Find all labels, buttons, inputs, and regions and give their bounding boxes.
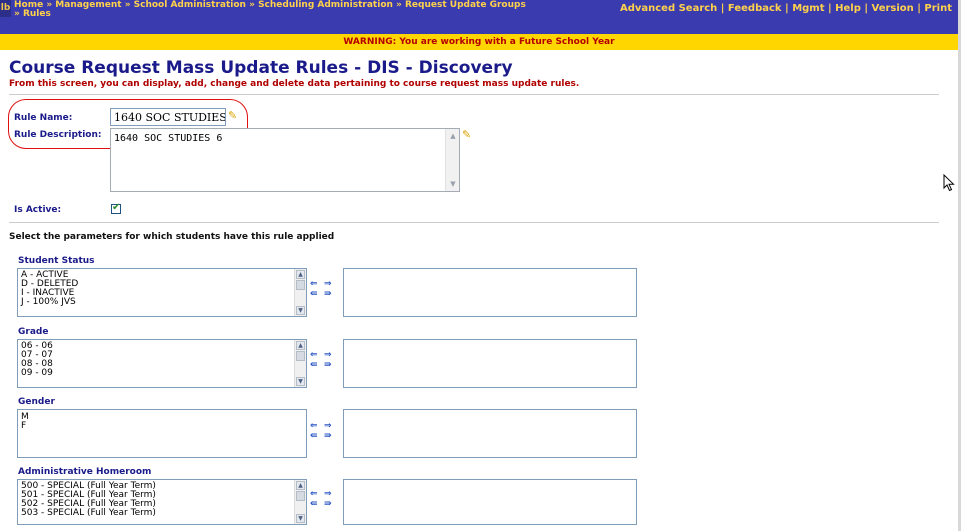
grade-selected-list[interactable] xyxy=(343,339,637,388)
move-all-left-icon[interactable]: ⇚ xyxy=(310,431,318,441)
page-title: Course Request Mass Update Rules - DIS -… xyxy=(9,58,513,78)
section-divider xyxy=(9,222,939,223)
homeroom-move-buttons: ⇐ ⇒ ⇚ ⇛ xyxy=(310,489,336,511)
grade-move-buttons: ⇐ ⇒ ⇚ ⇛ xyxy=(310,350,336,372)
move-left-icon[interactable]: ⇐ xyxy=(310,350,318,360)
student-status-available-list[interactable]: A - ACTIVE D - DELETED I - INACTIVE J - … xyxy=(17,268,307,317)
move-left-icon[interactable]: ⇐ xyxy=(310,489,318,499)
gender-label: Gender xyxy=(18,397,55,407)
scroll-down-icon[interactable]: ▼ xyxy=(448,179,458,189)
breadcrumb-separator: » xyxy=(14,9,23,19)
scroll-down-icon[interactable]: ▼ xyxy=(296,377,305,386)
homeroom-available-list[interactable]: 500 - SPECIAL (Full Year Term) 501 - SPE… xyxy=(17,479,307,525)
scroll-thumb[interactable] xyxy=(296,280,305,290)
move-left-icon[interactable]: ⇐ xyxy=(310,421,318,431)
scroll-thumb[interactable] xyxy=(296,351,305,361)
breadcrumb-management[interactable]: Management xyxy=(55,0,121,10)
breadcrumb: Home » Management » School Administratio… xyxy=(14,1,614,19)
scroll-down-icon[interactable]: ▼ xyxy=(296,306,305,315)
rule-description-text: 1640 SOC STUDIES 6 xyxy=(114,133,223,144)
move-all-right-icon[interactable]: ⇛ xyxy=(324,499,332,509)
checkmark-icon: ✔ xyxy=(112,202,121,213)
is-active-label: Is Active: xyxy=(14,205,62,215)
breadcrumb-scheduling-administration[interactable]: Scheduling Administration xyxy=(258,0,393,10)
move-all-left-icon[interactable]: ⇚ xyxy=(310,499,318,509)
list-option[interactable]: F xyxy=(18,422,306,431)
top-link-divider: | xyxy=(720,3,728,14)
list-scrollbar[interactable]: ▲ ▼ xyxy=(294,480,306,524)
app-logo-icon[interactable]: lb xyxy=(0,0,11,17)
move-right-icon[interactable]: ⇒ xyxy=(324,489,332,499)
list-option[interactable]: 08 - 08 xyxy=(18,360,306,369)
rule-description-label: Rule Description: xyxy=(14,130,102,140)
gender-available-list[interactable]: M F xyxy=(17,409,307,458)
administrative-homeroom-label: Administrative Homeroom xyxy=(18,467,152,477)
move-all-right-icon[interactable]: ⇛ xyxy=(324,289,332,299)
textarea-scrollbar[interactable]: ▲ ▼ xyxy=(445,129,459,191)
is-active-checkbox[interactable]: ✔ xyxy=(111,202,121,214)
pencil-icon[interactable]: ✎ xyxy=(462,128,471,141)
list-scrollbar[interactable]: ▲ ▼ xyxy=(294,340,306,387)
move-all-left-icon[interactable]: ⇚ xyxy=(310,360,318,370)
rule-name-input[interactable]: 1640 SOC STUDIES 6 xyxy=(110,108,226,126)
warning-bar: WARNING: You are working with a Future S… xyxy=(0,34,958,50)
list-option[interactable]: J - 100% JVS xyxy=(18,298,306,307)
rule-name-label: Rule Name: xyxy=(14,113,73,123)
list-option[interactable]: 07 - 07 xyxy=(18,351,306,360)
list-option[interactable]: 09 - 09 xyxy=(18,369,306,378)
homeroom-selected-list[interactable] xyxy=(343,479,637,525)
breadcrumb-request-update-groups[interactable]: Request Update Groups xyxy=(405,0,526,10)
version-link[interactable]: Version xyxy=(872,3,914,14)
top-nav-bar: lb Home » Management » School Administra… xyxy=(0,0,958,34)
breadcrumb-rules[interactable]: Rules xyxy=(23,9,51,19)
top-links: Advanced Search | Feedback | Mgmt | Help… xyxy=(620,3,952,14)
move-all-right-icon[interactable]: ⇛ xyxy=(324,431,332,441)
list-scrollbar[interactable]: ▲ ▼ xyxy=(294,269,306,316)
gender-move-buttons: ⇐ ⇒ ⇚ ⇛ xyxy=(310,421,336,443)
scroll-thumb[interactable] xyxy=(296,491,305,501)
move-right-icon[interactable]: ⇒ xyxy=(324,350,332,360)
mgmt-link[interactable]: Mgmt xyxy=(792,3,824,14)
breadcrumb-separator: » xyxy=(249,0,259,10)
scroll-down-icon[interactable]: ▼ xyxy=(296,514,305,523)
advanced-search-link[interactable]: Advanced Search xyxy=(620,3,717,14)
student-status-label: Student Status xyxy=(18,256,95,266)
top-link-divider: | xyxy=(864,3,872,14)
move-all-left-icon[interactable]: ⇚ xyxy=(310,289,318,299)
grade-available-list[interactable]: 06 - 06 07 - 07 08 - 08 09 - 09 ▲ ▼ xyxy=(17,339,307,388)
grade-label: Grade xyxy=(18,327,49,337)
help-link[interactable]: Help xyxy=(835,3,861,14)
gender-selected-list[interactable] xyxy=(343,409,637,458)
scroll-up-icon[interactable]: ▲ xyxy=(296,270,305,279)
scroll-up-icon[interactable]: ▲ xyxy=(448,131,458,141)
section-divider xyxy=(9,94,939,95)
pencil-icon[interactable]: ✎ xyxy=(228,109,237,122)
move-right-icon[interactable]: ⇒ xyxy=(324,421,332,431)
move-all-right-icon[interactable]: ⇛ xyxy=(324,360,332,370)
move-right-icon[interactable]: ⇒ xyxy=(324,279,332,289)
list-option[interactable]: 06 - 06 xyxy=(18,342,306,351)
scroll-up-icon[interactable]: ▲ xyxy=(296,481,305,490)
app-frame: lb Home » Management » School Administra… xyxy=(0,0,958,531)
breadcrumb-separator: » xyxy=(124,0,134,10)
move-left-icon[interactable]: ⇐ xyxy=(310,279,318,289)
print-link[interactable]: Print xyxy=(924,3,952,14)
future-year-warning: WARNING: You are working with a Future S… xyxy=(343,37,615,47)
parameters-heading: Select the parameters for which students… xyxy=(9,232,335,242)
scroll-up-icon[interactable]: ▲ xyxy=(296,341,305,350)
page-subtitle: From this screen, you can display, add, … xyxy=(9,79,580,89)
breadcrumb-school-administration[interactable]: School Administration xyxy=(134,0,246,10)
list-option[interactable]: 503 - SPECIAL (Full Year Term) xyxy=(18,509,306,518)
list-option[interactable]: M xyxy=(18,413,306,422)
mouse-pointer-icon xyxy=(943,174,955,192)
student-status-move-buttons: ⇐ ⇒ ⇚ ⇛ xyxy=(310,279,336,301)
student-status-selected-list[interactable] xyxy=(343,268,637,317)
feedback-link[interactable]: Feedback xyxy=(728,3,782,14)
rule-description-textarea[interactable]: 1640 SOC STUDIES 6 ▲ ▼ xyxy=(110,128,460,192)
breadcrumb-separator: » xyxy=(396,0,405,10)
